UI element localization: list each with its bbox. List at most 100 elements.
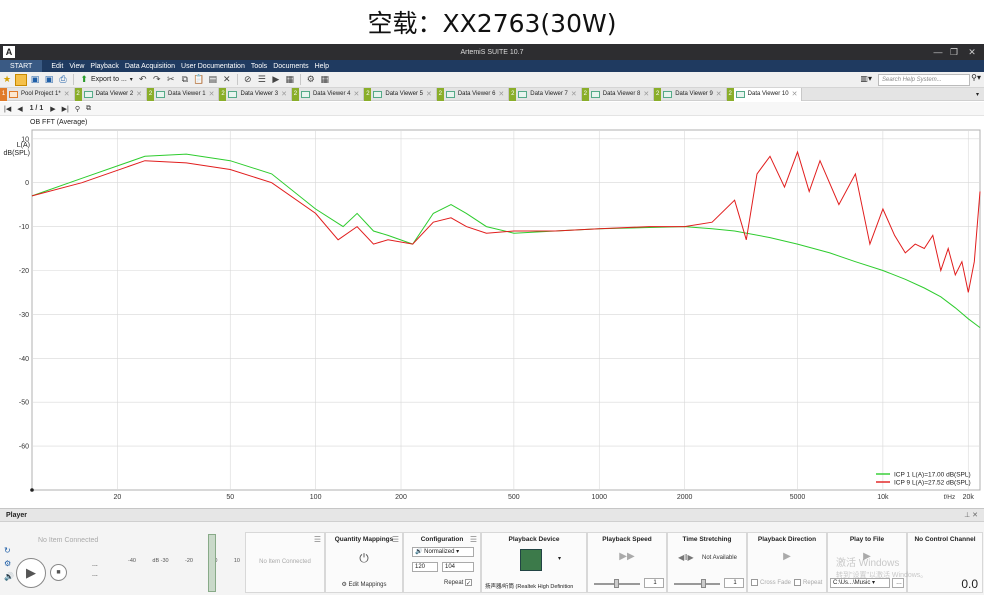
copy-page-icon[interactable]: ⧉	[86, 105, 91, 113]
table-icon[interactable]: ▦	[284, 74, 296, 86]
minimize-button[interactable]: —	[930, 44, 946, 60]
tab-data-viewer-9[interactable]: 2 Data Viewer 9 ✕	[654, 87, 727, 101]
menu-tools[interactable]: Tools	[248, 63, 270, 70]
panel-playback-speed: Playback Speed ▶▶ 1	[587, 532, 667, 593]
loop-icon[interactable]: ↻	[4, 544, 14, 557]
fft-chart[interactable]: 100-10-20-30-40-50-6020 50 100 200 500 1000 20…	[0, 116, 984, 508]
tab-number-badge: 2	[74, 87, 82, 101]
layout-icon[interactable]: ▥▾	[860, 74, 872, 83]
pin-icon[interactable]: ⊥ ✕	[964, 509, 978, 522]
cross-fade-checkbox[interactable]: Cross Fade	[751, 579, 791, 586]
new-project-icon[interactable]	[15, 73, 27, 86]
save-icon[interactable]: ▣	[29, 74, 41, 86]
undo-icon[interactable]: ↶	[137, 74, 149, 86]
tab-data-viewer-6[interactable]: 2 Data Viewer 6 ✕	[436, 87, 510, 101]
help-search-input[interactable]: Search Help System...	[878, 74, 970, 86]
repeat-checkbox[interactable]: Repeat ✓	[444, 579, 474, 587]
tab-close-icon[interactable]: ✕	[792, 90, 798, 98]
list-icon[interactable]: ☰	[256, 74, 268, 86]
last-page-icon[interactable]: ▶|	[62, 105, 69, 113]
stop-icon[interactable]: ⊘	[242, 74, 254, 86]
menu-edit[interactable]: Edit	[48, 63, 66, 70]
settings-gear-icon[interactable]: ⚙	[305, 74, 317, 86]
zoom-icon[interactable]: ⚲	[75, 105, 80, 113]
menu-help[interactable]: Help	[312, 63, 332, 70]
config-value-a[interactable]: 120	[412, 562, 438, 572]
tab-overflow-icon[interactable]: ▾	[976, 91, 979, 98]
power-icon[interactable]: ⏻	[326, 551, 402, 566]
play-button[interactable]: ▶	[16, 558, 46, 588]
settings-icon[interactable]: ⚙	[4, 557, 14, 570]
sound-card-icon[interactable]	[520, 549, 542, 571]
tab-close-icon[interactable]: ✕	[136, 90, 142, 98]
chart-area[interactable]: 10 0 -10 -20 -30 -40 -50 -60 20 50 100 200 500 1000 20…	[0, 116, 984, 508]
delete-icon[interactable]: ✕	[221, 74, 233, 86]
next-page-icon[interactable]: ▶	[50, 105, 55, 113]
restore-button[interactable]: ❐	[946, 44, 962, 60]
tab-data-viewer-5[interactable]: 2 Data Viewer 5 ✕	[364, 87, 437, 101]
level-meter-bar	[208, 534, 216, 592]
print-icon[interactable]: ⎙	[57, 74, 69, 86]
menu-playback[interactable]: Playback	[87, 63, 121, 70]
tab-data-viewer-3[interactable]: 2 Data Viewer 3 ✕	[219, 87, 292, 101]
grid-icon[interactable]: ▦	[319, 74, 331, 86]
volume-icon[interactable]: 🔊	[4, 570, 14, 583]
start-menu-button[interactable]: START	[0, 60, 43, 72]
previous-page-icon[interactable]: ◀	[17, 105, 22, 113]
x-tick-label: 20k	[963, 494, 975, 501]
first-page-icon[interactable]: |◀	[4, 105, 11, 113]
menu-documents[interactable]: Documents	[270, 63, 311, 70]
tab-data-viewer-1[interactable]: 2 Data Viewer 1 ✕	[147, 87, 220, 101]
edit-mappings-button[interactable]: ⚙ Edit Mappings	[326, 581, 402, 588]
tab-close-icon[interactable]: ✕	[354, 90, 360, 98]
tab-data-viewer-4[interactable]: 2 Data Viewer 4 ✕	[291, 87, 365, 101]
y-tick-label: -50	[19, 400, 29, 407]
pool-project-icon	[9, 90, 18, 98]
menu-view[interactable]: View	[66, 63, 87, 70]
properties-icon[interactable]: ▤	[207, 74, 219, 86]
direction-repeat-checkbox[interactable]: Repeat	[794, 579, 822, 586]
stretch-slider[interactable]	[701, 579, 706, 588]
export-arrow-icon: ⬆	[80, 74, 88, 84]
tab-close-icon[interactable]: ✕	[426, 90, 432, 98]
redo-icon[interactable]: ↷	[151, 74, 163, 86]
direction-play-icon[interactable]: ▶	[748, 551, 826, 562]
tab-number-badge: 2	[147, 87, 155, 101]
close-button[interactable]: ✕	[964, 44, 980, 60]
toolbar: ★ ▣ ▣ ⎙ ⬆ Export to ... ▾ ↶ ↷ ✂ ⧉ 📋 ▤ ✕ …	[0, 72, 984, 88]
menu-user-documentation[interactable]: User Documentation	[178, 63, 248, 70]
tab-data-viewer-2[interactable]: 2 Data Viewer 2 ✕	[74, 87, 148, 101]
no-item-label: No Item Connected	[38, 537, 99, 544]
config-value-b[interactable]: 104	[442, 562, 474, 572]
y-tick-label: -60	[19, 444, 29, 451]
panel-playback-device: Playback Device ▾ 扬声器/听筒 (Realtek High D…	[481, 532, 587, 593]
paste-icon[interactable]: 📋	[193, 74, 205, 86]
tab-data-viewer-7[interactable]: 2 Data Viewer 7 ✕	[509, 87, 582, 101]
save-all-icon[interactable]: ▣	[43, 74, 55, 86]
tab-close-icon[interactable]: ✕	[281, 90, 287, 98]
run-icon[interactable]: ▶	[270, 74, 282, 86]
tab-close-icon[interactable]: ✕	[716, 90, 722, 98]
y-tick-label: -20	[19, 268, 29, 275]
tab-close-icon[interactable]: ✕	[64, 90, 70, 98]
favorites-star-icon[interactable]: ★	[1, 74, 13, 86]
tab-data-viewer-8[interactable]: 2 Data Viewer 8 ✕	[581, 87, 655, 101]
tab-close-icon[interactable]: ✕	[571, 90, 577, 98]
tab-pool-project-1[interactable]: 1 Pool Project 1* ✕	[0, 87, 75, 101]
menu-data-acquisition[interactable]: Data Acquisition	[122, 63, 178, 70]
tab-close-icon[interactable]: ✕	[209, 90, 215, 98]
speed-slider[interactable]	[614, 579, 619, 588]
export-button[interactable]: Export to ...	[91, 76, 127, 83]
tab-close-icon[interactable]: ✕	[498, 90, 504, 98]
normalization-select[interactable]: 🔊 Normalized ▾	[412, 547, 474, 557]
x-tick-label: 100	[310, 494, 322, 501]
search-icon[interactable]: ⚲▾	[971, 73, 981, 82]
panel-configuration: Configuration ☰ 🔊 Normalized ▾ 120 104 R…	[403, 532, 481, 593]
fast-forward-icon[interactable]: ▶▶	[588, 551, 666, 562]
tab-data-viewer-10[interactable]: 2 Data Viewer 10 ✕	[726, 87, 803, 101]
cut-icon[interactable]: ✂	[165, 74, 177, 86]
tab-label: Data Viewer 1	[168, 91, 206, 97]
stop-button[interactable]: ■	[50, 564, 67, 581]
tab-close-icon[interactable]: ✕	[643, 90, 649, 98]
copy-icon[interactable]: ⧉	[179, 74, 191, 86]
